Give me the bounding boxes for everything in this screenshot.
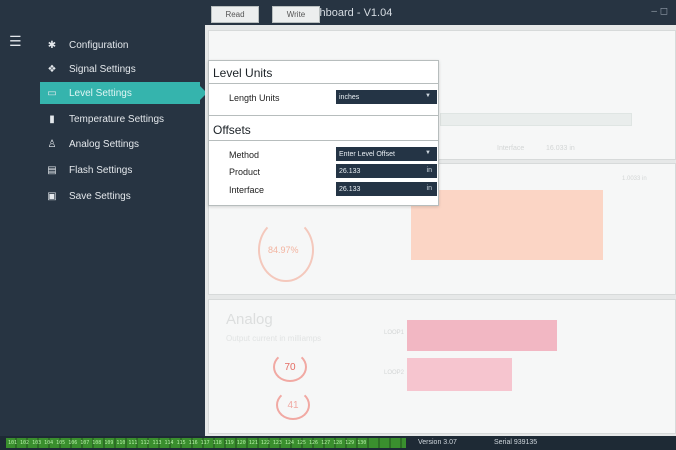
channel-led-strip: 101 102 103 104 105 106 107 108 109 110 … (6, 438, 406, 448)
sidebar-item-level-settings[interactable]: ▭ Level Settings (40, 82, 207, 104)
interface-offset-input[interactable]: 26.133 in (336, 182, 437, 196)
title-bar: LP Dashboard - V1.04 – ◻ (0, 0, 676, 25)
length-units-value: inches (339, 93, 360, 101)
thermometer-icon: ▮ (49, 113, 55, 125)
method-label: Method (229, 150, 260, 160)
sidebar-item-analog-settings[interactable]: ♙ Analog Settings (45, 133, 205, 155)
level-units-heading: Level Units (209, 63, 438, 84)
analog-subtitle: Output current in milliamps (226, 334, 322, 343)
status-bar: 101 102 103 104 105 106 107 108 109 110 … (0, 436, 676, 450)
interface-offset-unit: in (426, 185, 432, 192)
analog-bar-2-label: LOOP2 (384, 370, 405, 376)
legend-interface-value: 16.033 in (546, 145, 575, 152)
sidebar-item-label: Temperature Settings (69, 113, 165, 125)
analog-gauge-1: 70 (273, 352, 307, 382)
level-gauge-value: 84.97% (268, 245, 299, 255)
serial-number: Serial 939135 (494, 439, 538, 446)
write-button[interactable]: Write (272, 6, 320, 23)
sidebar-item-label: Level Settings (69, 87, 132, 99)
product-offset-input[interactable]: 26.133 in (336, 164, 437, 178)
analog-bar-2 (407, 358, 512, 391)
legend-interface-label: Interface (497, 145, 525, 152)
product-offset-value: 26.133 (339, 167, 361, 175)
analog-title: Analog (226, 311, 273, 328)
sidebar-item-temperature-settings[interactable]: ▮ Temperature Settings (45, 108, 205, 130)
chevron-down-icon: ▼ (425, 150, 431, 156)
level-ghost-bar (440, 113, 632, 126)
section-divider (209, 115, 438, 116)
sidebar-item-label: Analog Settings (69, 138, 140, 150)
gear-icon: ✱ (47, 39, 57, 51)
tank-level-bar (411, 190, 603, 260)
analog-gauge-2: 41 (276, 390, 310, 420)
sidebar-item-configuration[interactable]: ✱ Configuration (45, 34, 205, 56)
analog-bar-1-label: LOOP1 (384, 330, 405, 336)
signal-icon: ❖ (47, 63, 57, 75)
sidebar-item-signal-settings[interactable]: ❖ Signal Settings (45, 58, 205, 80)
sidebar-item-label: Flash Settings (69, 164, 133, 176)
sidebar-item-label: Save Settings (69, 190, 131, 202)
chevron-down-icon: ▼ (425, 93, 431, 99)
sidebar-item-label: Configuration (69, 39, 129, 51)
read-button[interactable]: Read (211, 6, 259, 23)
sidebar-item-label: Signal Settings (69, 63, 136, 75)
sidebar: ☰ ✱ Configuration ❖ Signal Settings ▭ Le… (0, 25, 207, 436)
analog-bar-1 (407, 320, 557, 351)
hamburger-menu-icon[interactable]: ☰ (9, 34, 22, 48)
sidebar-item-save-settings[interactable]: ▣ Save Settings (45, 185, 205, 207)
product-label: Product (229, 167, 261, 177)
length-units-label: Length Units (229, 93, 280, 103)
method-select[interactable]: Enter Level Offset ▼ (336, 147, 437, 161)
product-offset-unit: in (426, 167, 432, 174)
offsets-heading: Offsets (209, 120, 438, 141)
window-title: LP Dashboard - V1.04 (283, 7, 393, 19)
sidebar-item-flash-settings[interactable]: ▤ Flash Settings (45, 159, 205, 181)
level-settings-panel: Level Units Length Units inches ▼ Offset… (208, 60, 439, 206)
interface-offset-value: 26.133 (339, 185, 361, 193)
length-units-select[interactable]: inches ▼ (336, 90, 437, 104)
level-icon: ▭ (47, 87, 57, 99)
interface-label: Interface (229, 185, 265, 195)
flash-icon: ▤ (47, 164, 57, 176)
method-value: Enter Level Offset (339, 150, 395, 158)
window-controls[interactable]: – ◻ (651, 6, 668, 17)
user-icon: ♙ (47, 138, 57, 150)
tank-level-label: 1.0033 in (622, 176, 647, 182)
firmware-version: Version 3.07 (418, 439, 457, 446)
save-icon: ▣ (47, 190, 57, 202)
